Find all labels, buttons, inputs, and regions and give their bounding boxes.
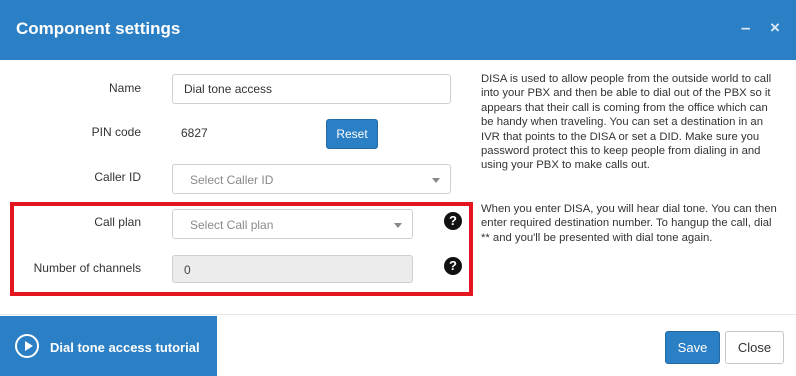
reset-button[interactable]: Reset	[326, 119, 378, 149]
footer-divider	[0, 314, 796, 315]
question-circle-icon[interactable]: ?	[444, 257, 462, 275]
dialog-titlebar: Component settings – ×	[0, 0, 796, 60]
call-plan-placeholder: Select Call plan	[190, 218, 274, 232]
tutorial-button[interactable]: Dial tone access tutorial	[0, 316, 217, 376]
name-label: Name	[108, 81, 141, 95]
dialog-title: Component settings	[16, 19, 181, 38]
minimize-icon[interactable]: –	[741, 18, 750, 38]
channels-input: 0	[172, 255, 413, 283]
close-icon[interactable]: ×	[770, 18, 780, 38]
pin-code-value: 6827	[181, 126, 208, 140]
caller-id-label: Caller ID	[94, 170, 141, 184]
caller-id-select[interactable]: Select Caller ID	[172, 164, 451, 194]
question-circle-icon[interactable]: ?	[444, 212, 462, 230]
pin-code-label: PIN code	[91, 125, 141, 139]
name-input[interactable]: Dial tone access	[172, 74, 451, 104]
description-paragraph: DISA is used to allow people from the ou…	[481, 73, 772, 172]
save-button[interactable]: Save	[665, 331, 720, 364]
channels-label: Number of channels	[33, 261, 141, 275]
call-plan-select[interactable]: Select Call plan	[172, 209, 413, 239]
call-plan-label: Call plan	[94, 215, 141, 229]
caret-down-icon	[394, 223, 402, 228]
close-button[interactable]: Close	[725, 331, 784, 364]
play-circle-icon	[15, 334, 39, 358]
caret-down-icon	[432, 178, 440, 183]
caller-id-placeholder: Select Caller ID	[190, 173, 274, 187]
description-paragraph: When you enter DISA, you will hear dial …	[481, 203, 777, 244]
tutorial-label: Dial tone access tutorial	[50, 340, 200, 355]
